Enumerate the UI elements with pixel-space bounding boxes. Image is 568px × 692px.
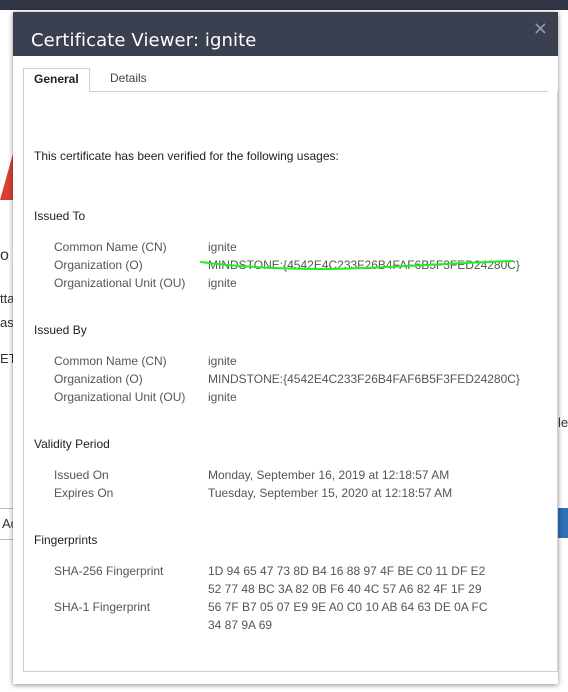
background-topbar — [0, 0, 568, 10]
issued-to-org-value: MINDSTONE:{4542E4C233F26B4FAF6B5F3FED242… — [208, 258, 520, 272]
verification-intro: This certificate has been verified for t… — [34, 149, 339, 163]
issued-to-cn-label: Common Name (CN) — [54, 240, 167, 254]
issued-to-ou-label: Organizational Unit (OU) — [54, 276, 186, 290]
section-heading-issued-by: Issued By — [34, 323, 87, 337]
issued-to-ou-value: ignite — [208, 276, 237, 290]
background-text: le — [558, 415, 568, 430]
issued-by-cn-label: Common Name (CN) — [54, 354, 167, 368]
issued-by-org-value: MINDSTONE:{4542E4C233F26B4FAF6B5F3FED242… — [208, 372, 520, 386]
issued-by-ou-label: Organizational Unit (OU) — [54, 390, 186, 404]
issued-on-label: Issued On — [54, 468, 109, 482]
tab-general[interactable]: General — [23, 68, 90, 92]
section-heading-fingerprints: Fingerprints — [34, 533, 98, 547]
sha1-value-line2: 34 87 9A 69 — [208, 618, 273, 632]
sha1-value-line1: 56 7F B7 05 07 E9 9E A0 C0 10 AB 64 63 D… — [208, 600, 488, 614]
background-text: o — [0, 247, 9, 264]
tab-bar: General Details — [23, 68, 548, 92]
sha256-value-line1: 1D 94 65 47 73 8D B4 16 88 97 4F BE C0 1… — [208, 564, 486, 578]
sha1-label: SHA-1 Fingerprint — [54, 600, 151, 614]
expires-on-label: Expires On — [54, 486, 114, 500]
issued-by-ou-value: ignite — [208, 390, 237, 404]
issued-on-value: Monday, September 16, 2019 at 12:18:57 A… — [208, 468, 450, 482]
certificate-viewer-dialog: Certificate Viewer: ignite × General Det… — [13, 12, 558, 684]
tab-details[interactable]: Details — [100, 68, 157, 90]
issued-to-cn-value: ignite — [208, 240, 237, 254]
dialog-title: Certificate Viewer: ignite — [31, 30, 257, 51]
issued-to-org-label: Organization (O) — [54, 258, 143, 272]
sha256-value-line2: 52 77 48 BC 3A 82 0B F6 40 4C 57 A6 82 4… — [208, 582, 482, 596]
background-warning-shape — [0, 150, 14, 200]
issued-by-cn-value: ignite — [208, 354, 237, 368]
dialog-titlebar: Certificate Viewer: ignite × — [13, 12, 558, 56]
general-panel: This certificate has been verified for t… — [23, 91, 558, 672]
sha256-label: SHA-256 Fingerprint — [54, 564, 164, 578]
section-heading-validity: Validity Period — [34, 437, 110, 451]
issued-by-org-label: Organization (O) — [54, 372, 143, 386]
close-icon[interactable]: × — [533, 18, 548, 39]
expires-on-value: Tuesday, September 15, 2020 at 12:18:57 … — [208, 486, 453, 500]
section-heading-issued-to: Issued To — [34, 209, 86, 223]
